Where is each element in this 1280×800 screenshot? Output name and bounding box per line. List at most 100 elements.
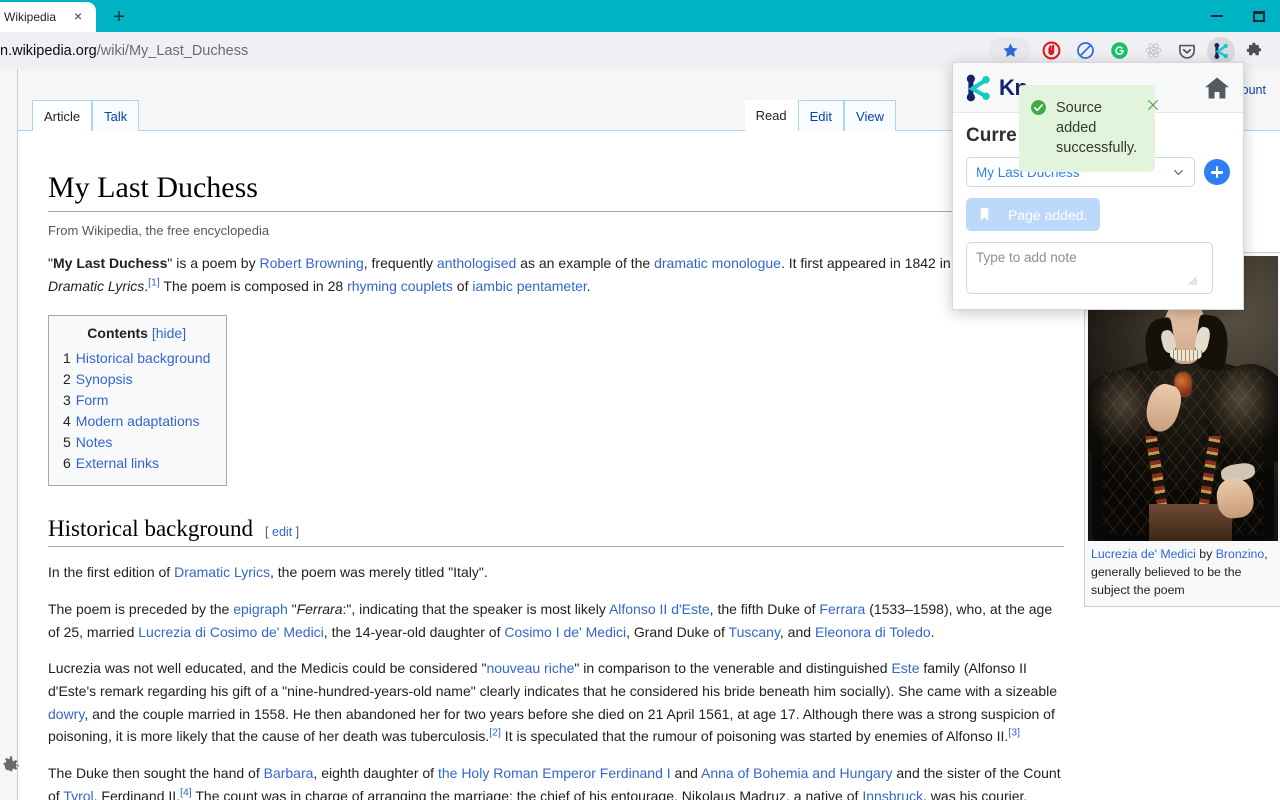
toc-item-2[interactable]: 2 Synopsis [63, 368, 210, 389]
link-cosimo-i[interactable]: Cosimo I de' Medici [504, 624, 626, 640]
maximize-button[interactable] [1238, 0, 1280, 32]
knowledge-extension-icon[interactable] [1207, 36, 1235, 65]
grammarly-icon[interactable] [1105, 37, 1133, 65]
link-anna-bohemia-hungary[interactable]: Anna of Bohemia and Hungary [701, 765, 892, 781]
tab-view-history[interactable]: View [844, 100, 896, 131]
tab-view-history-label: View [856, 108, 884, 124]
link-anthologised[interactable]: anthologised [437, 255, 516, 271]
caption-link-bronzino[interactable]: Bronzino [1216, 547, 1265, 561]
section-edit-link[interactable]: [ edit ] [265, 525, 299, 539]
link-barbara[interactable]: Barbara [264, 765, 314, 781]
paragraph-first-edition: In the first edition of Dramatic Lyrics,… [48, 564, 488, 581]
toc-hide-toggle[interactable]: [hide] [152, 325, 186, 341]
link-robert-browning[interactable]: Robert Browning [259, 255, 363, 271]
extensions-puzzle-icon[interactable] [1241, 37, 1269, 65]
link-alfonso-ii-deste[interactable]: Alfonso II d'Este [609, 601, 710, 617]
tab-strip: Wikipedia × + [0, 0, 1280, 32]
brand-logo-icon [966, 74, 990, 101]
toc-item-label[interactable]: External links [76, 455, 159, 471]
ref-4[interactable]: [4] [180, 786, 192, 798]
url-domain: n.wikipedia.org [0, 42, 97, 59]
tab-title: Wikipedia [4, 10, 57, 24]
caption-link-lucrezia[interactable]: Lucrezia de' Medici [1091, 547, 1196, 561]
toc-item-label[interactable]: Notes [76, 434, 113, 450]
table-of-contents: Contents [hide] 1 Historical background 2… [48, 315, 228, 487]
link-iambic-pentameter[interactable]: iambic pentameter [472, 278, 586, 294]
knowledge-extension-popup: Kn Curre My Last Duchess Page added. Typ… [952, 62, 1244, 310]
close-icon[interactable] [1146, 98, 1160, 112]
tab-close-icon[interactable]: × [70, 9, 86, 25]
link-innsbruck[interactable]: Innsbruck [862, 788, 923, 800]
toc-item-number: 6 [63, 454, 71, 471]
check-circle-icon [1031, 100, 1046, 115]
ref-2[interactable]: [2] [489, 727, 501, 739]
add-source-button[interactable] [1204, 159, 1230, 185]
address-bar[interactable]: n.wikipedia.org/wiki/My_Last_Duchess [0, 32, 986, 69]
url-path: /wiki/My_Last_Duchess [96, 42, 249, 59]
tab-talk[interactable]: Talk [92, 100, 140, 131]
paragraph-lucrezia: Lucrezia was not well educated, and the … [48, 660, 1058, 745]
tab-edit-label: Edit [809, 108, 833, 124]
link-este[interactable]: Este [891, 660, 919, 676]
paragraph-epigraph: The poem is preceded by the epigraph "Fe… [48, 601, 1053, 640]
link-couplets[interactable]: couplets [401, 278, 453, 294]
page-added-label: Page added. [1008, 206, 1088, 223]
link-eleonora-di-toledo[interactable]: Eleonora di Toledo [815, 624, 931, 640]
tab-read-label: Read [755, 108, 787, 123]
toc-item-label[interactable]: Synopsis [76, 371, 133, 387]
tab-edit[interactable]: Edit [797, 100, 845, 131]
ref-3[interactable]: [3] [1008, 727, 1020, 739]
adblock-icon[interactable] [1037, 37, 1065, 65]
new-tab-button[interactable]: + [102, 4, 136, 30]
tab-talk-label: Talk [104, 108, 128, 124]
tab-article-label: Article [44, 108, 81, 124]
link-tyrol[interactable]: Tyrol [63, 788, 93, 800]
toc-item-3[interactable]: 3 Form [63, 389, 210, 410]
paragraph-duke-barbara: The Duke then sought the hand of Barbara… [48, 762, 1064, 800]
link-ferdinand-i[interactable]: the Holy Roman Emperor Ferdinand I [438, 765, 671, 781]
toc-item-1[interactable]: 1 Historical background [63, 347, 210, 368]
toc-item-number: 2 [63, 370, 71, 387]
page-left-rail [0, 69, 17, 800]
toc-item-5[interactable]: 5 Notes [63, 431, 210, 452]
tab-read[interactable]: Read [744, 100, 798, 131]
edit-label[interactable]: edit [272, 525, 292, 539]
view-tabs: Read Edit View [744, 100, 896, 131]
bookmark-star-icon[interactable] [989, 36, 1031, 65]
page-added-button[interactable]: Page added. [966, 198, 1100, 231]
success-toast: Source added successfully. [1019, 85, 1159, 172]
toc-item-6[interactable]: 6 External links [63, 452, 210, 473]
tab-article[interactable]: Article [32, 100, 93, 132]
toc-heading: Contents [hide] [63, 325, 210, 341]
note-input[interactable] [966, 242, 1213, 294]
chevron-down-icon [1174, 169, 1183, 175]
pocket-icon[interactable] [1173, 37, 1201, 65]
thumbnail-caption: Lucrezia de' Medici by Bronzino, general… [1088, 541, 1277, 603]
link-dramatic-monologue[interactable]: dramatic monologue [654, 255, 781, 271]
link-dramatic-lyrics[interactable]: Dramatic Lyrics [174, 564, 270, 580]
link-ferrara[interactable]: Ferrara [819, 601, 865, 617]
link-rhyming[interactable]: rhyming [347, 278, 397, 294]
minimize-button[interactable] [1196, 0, 1238, 32]
toc-item-number: 4 [63, 412, 71, 429]
browser-window: Wikipedia × + n.wikipedia.org/wiki/My_La… [0, 0, 1280, 800]
toc-list: 1 Historical background 2 Synopsis 3 Form 4… [63, 347, 210, 473]
ref-1[interactable]: [1] [148, 276, 160, 288]
link-nouveau-riche[interactable]: nouveau riche [486, 660, 574, 676]
home-icon[interactable] [1203, 74, 1231, 102]
link-dowry[interactable]: dowry [48, 706, 84, 722]
link-tuscany[interactable]: Tuscany [729, 624, 780, 640]
block-icon[interactable] [1071, 37, 1099, 65]
toc-item-label[interactable]: Form [76, 392, 109, 408]
toc-heading-label: Contents [87, 325, 148, 342]
link-epigraph[interactable]: epigraph [233, 601, 288, 617]
toc-item-label[interactable]: Historical background [76, 350, 211, 366]
toc-item-number: 1 [63, 349, 71, 366]
react-devtools-icon[interactable] [1139, 37, 1167, 65]
window-controls [1196, 0, 1280, 32]
browser-tab-wikipedia[interactable]: Wikipedia × [0, 2, 97, 32]
toc-item-label[interactable]: Modern adaptations [76, 413, 200, 429]
link-lucrezia-di-cosimo[interactable]: Lucrezia di Cosimo de' Medici [138, 624, 324, 640]
toc-item-4[interactable]: 4 Modern adaptations [63, 410, 210, 431]
toc-item-number: 3 [63, 391, 71, 408]
